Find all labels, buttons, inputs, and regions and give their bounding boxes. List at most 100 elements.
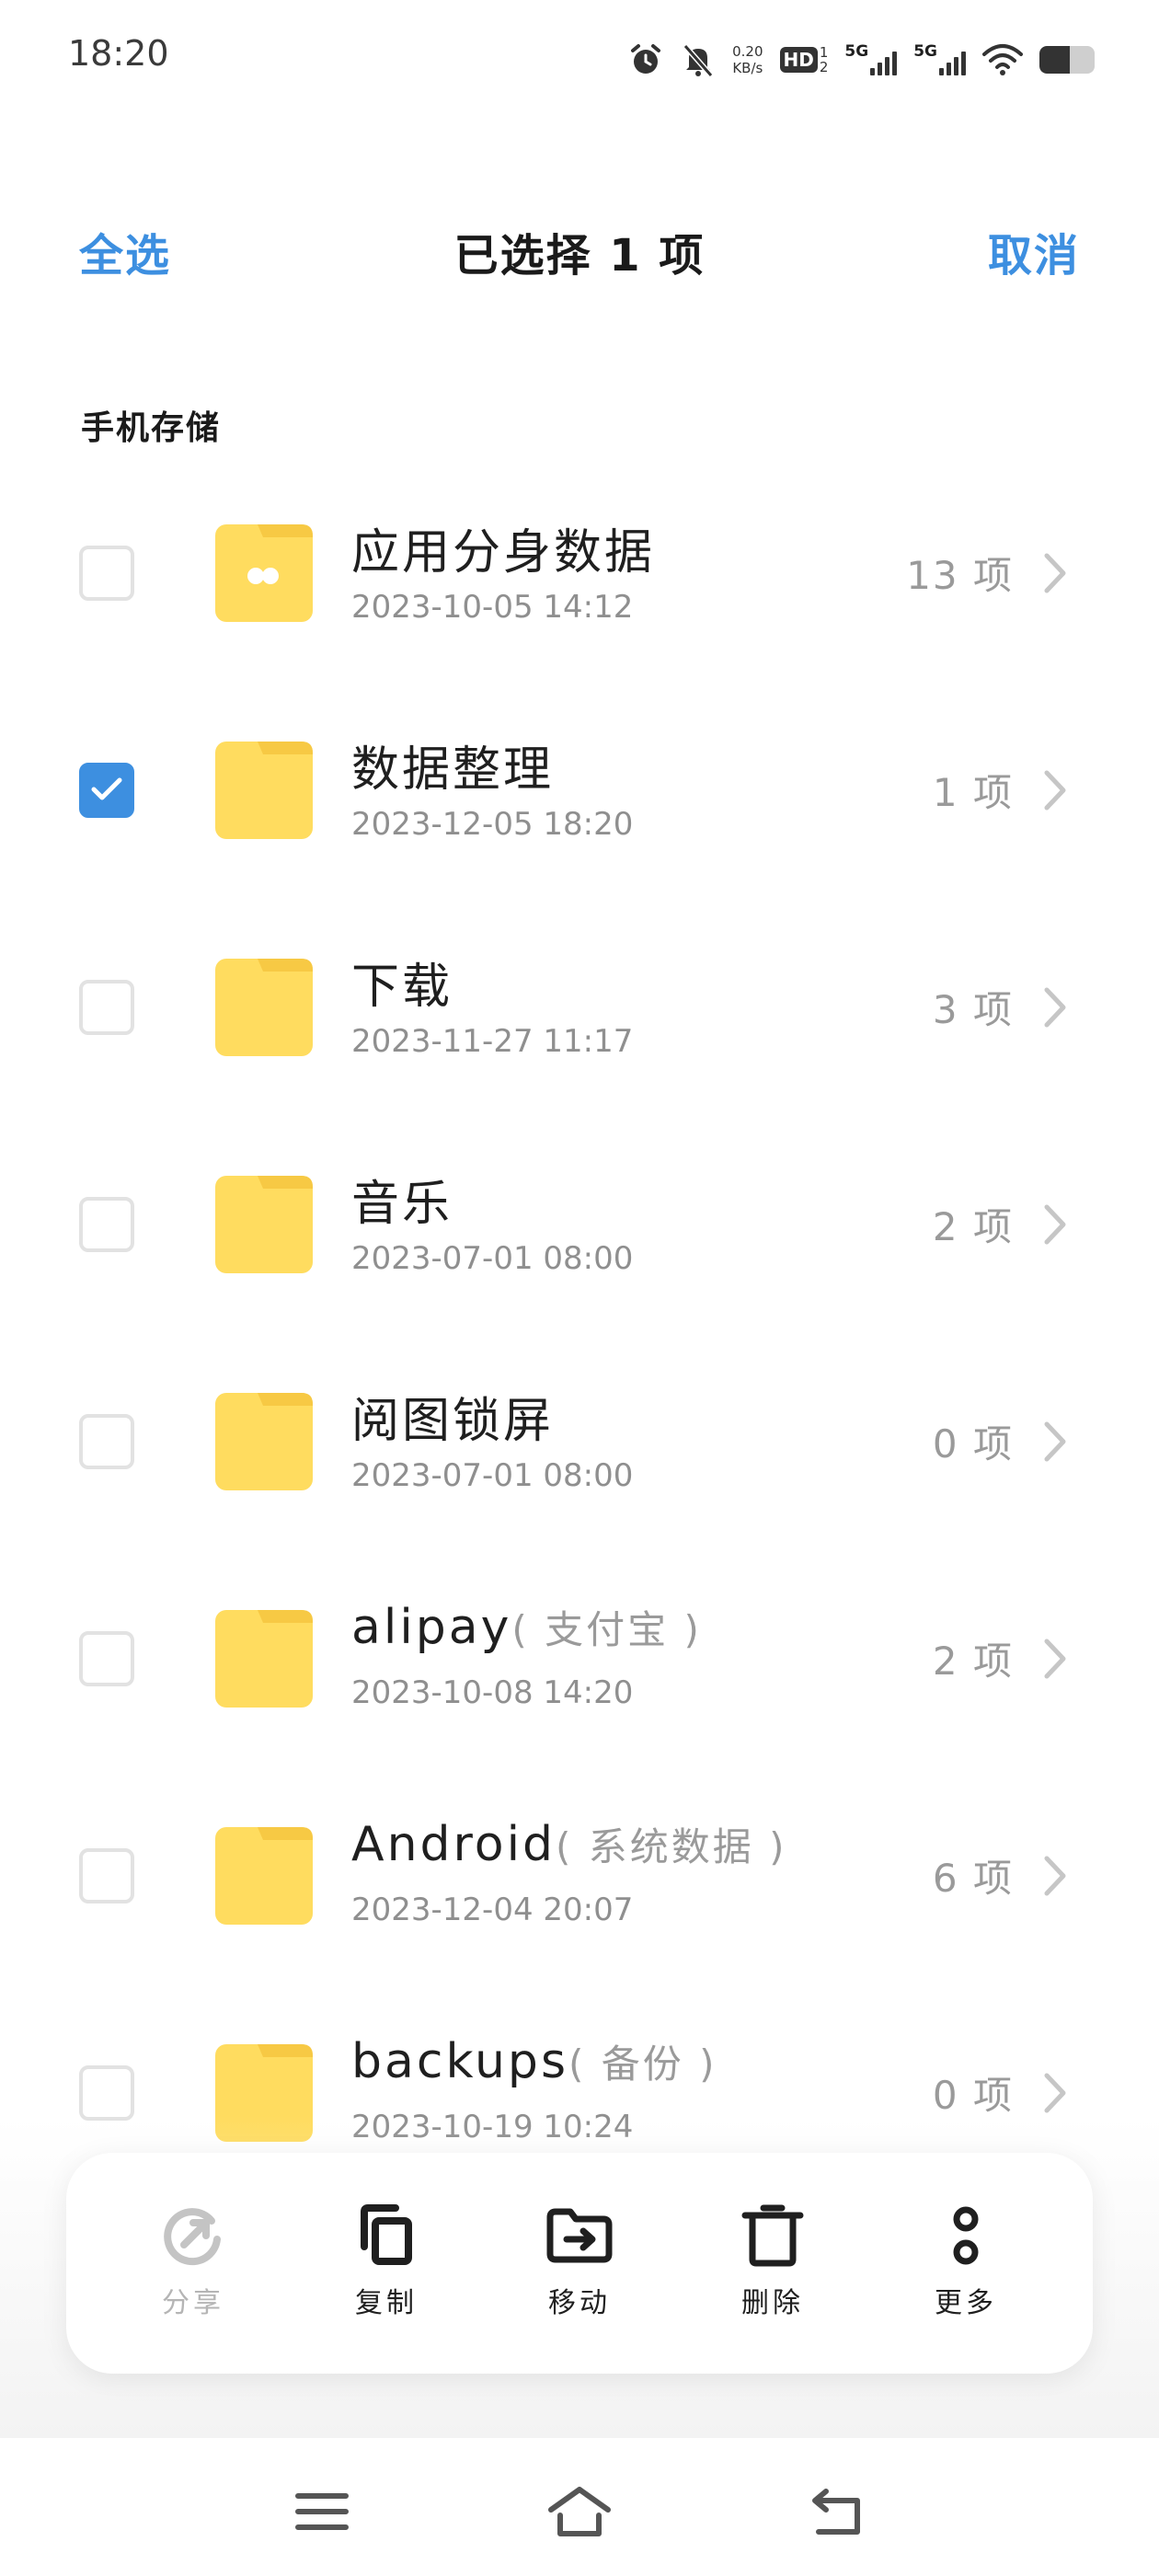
- move-folder-icon: [546, 2208, 613, 2263]
- hd-sims: 1 2: [820, 45, 829, 75]
- file-name-alias: ( 备份 ): [568, 2041, 717, 2087]
- share-icon: [164, 2208, 221, 2266]
- file-date: 2023-10-05 14:12: [351, 589, 634, 626]
- file-date: 2023-07-01 08:00: [351, 1240, 634, 1277]
- file-date: 2023-12-05 18:20: [351, 806, 634, 843]
- file-row[interactable]: 应用分身数据 2023-10-05 14:12 13 项: [0, 478, 1159, 696]
- select-checkbox[interactable]: [79, 1414, 134, 1469]
- item-count: 13 项: [906, 553, 1014, 598]
- file-date: 2023-12-04 20:07: [351, 1892, 634, 1928]
- copy-label: 复制: [355, 2287, 418, 2319]
- file-name-text: 音乐: [351, 1177, 453, 1232]
- file-name-text: backups: [351, 2034, 569, 2089]
- file-name-text: alipay: [351, 1600, 512, 1655]
- select-checkbox[interactable]: [79, 546, 134, 601]
- item-count: 2 项: [932, 1204, 1014, 1249]
- file-name: 音乐: [351, 1165, 453, 1234]
- page-title: 已选择 1 项: [453, 230, 706, 282]
- net-speed: 0.20 KB/s: [732, 43, 763, 76]
- select-checkbox[interactable]: [79, 2065, 134, 2121]
- copy-icon: [361, 2204, 412, 2265]
- chevron-right-icon[interactable]: [1041, 1202, 1071, 1248]
- select-checkbox[interactable]: [79, 1848, 134, 1903]
- more-button[interactable]: 更多: [892, 2199, 1039, 2337]
- file-row[interactable]: Android( 系统数据 ) 2023-12-04 20:07 6 项: [0, 1781, 1159, 1998]
- folder-icon: [215, 1610, 313, 1708]
- chevron-right-icon[interactable]: [1041, 2070, 1071, 2116]
- item-count: 2 项: [932, 1639, 1014, 1684]
- file-row[interactable]: 阅图锁屏 2023-07-01 08:00 0 项: [0, 1347, 1159, 1564]
- file-name-text: Android: [351, 1817, 557, 1872]
- file-name: 应用分身数据: [351, 513, 655, 582]
- chevron-right-icon[interactable]: [1041, 1419, 1071, 1465]
- file-row[interactable]: 下载 2023-11-27 11:17 3 项: [0, 913, 1159, 1130]
- mute-bell-icon: [681, 41, 716, 78]
- file-name-alias: ( 支付宝 ): [511, 1607, 702, 1652]
- action-bar: 分享 复制 移动 删除 更多: [66, 2153, 1093, 2374]
- menu-button[interactable]: [285, 2479, 359, 2544]
- wifi-icon: [982, 43, 1023, 76]
- item-count: 1 项: [932, 770, 1014, 815]
- sim1-label: 5G: [844, 42, 869, 61]
- select-checkbox[interactable]: [79, 980, 134, 1035]
- file-name: 数据整理: [351, 730, 554, 799]
- select-checkbox[interactable]: [79, 1197, 134, 1252]
- select-checkbox[interactable]: [79, 763, 134, 818]
- chevron-right-icon[interactable]: [1041, 550, 1071, 596]
- signal-bars-icon: [870, 50, 898, 75]
- move-button[interactable]: 移动: [506, 2199, 653, 2337]
- move-label: 移动: [548, 2287, 611, 2319]
- cancel-button[interactable]: 取消: [988, 219, 1080, 283]
- more-label: 更多: [935, 2287, 997, 2319]
- file-name-alias: ( 系统数据 ): [556, 1824, 787, 1869]
- file-name: 下载: [351, 948, 453, 1017]
- item-count: 0 项: [932, 2073, 1014, 2118]
- signal-sim1: 5G: [844, 42, 898, 75]
- file-row[interactable]: 音乐 2023-07-01 08:00 2 项: [0, 1130, 1159, 1347]
- alarm-icon: [627, 41, 664, 78]
- select-checkbox[interactable]: [79, 1631, 134, 1686]
- hd-label: HD: [779, 47, 818, 73]
- back-button[interactable]: [800, 2479, 874, 2544]
- hd-sim1: 1: [819, 44, 829, 61]
- menu-icon: [295, 2493, 349, 2530]
- signal-bars-icon: [939, 50, 966, 75]
- selection-header: 全选 已选择 1 项 取消: [0, 193, 1159, 304]
- file-name: 阅图锁屏: [351, 1382, 554, 1451]
- home-button[interactable]: [543, 2479, 616, 2544]
- item-count: 0 项: [932, 1421, 1014, 1466]
- folder-icon: [215, 1393, 313, 1490]
- file-row[interactable]: alipay( 支付宝 ) 2023-10-08 14:20 2 项: [0, 1564, 1159, 1781]
- delete-icon: [741, 2204, 804, 2267]
- file-date: 2023-07-01 08:00: [351, 1457, 634, 1494]
- file-name: backups( 备份 ): [351, 2033, 717, 2089]
- status-bar: 18:20 0.20 KB/s HD 1 2 5G 5G: [0, 0, 1159, 120]
- signal-sim2: 5G: [913, 42, 966, 75]
- file-row[interactable]: 数据整理 2023-12-05 18:20 1 项: [0, 696, 1159, 913]
- folder-icon: [215, 1827, 313, 1925]
- net-speed-value: 0.20: [732, 43, 763, 60]
- chevron-right-icon[interactable]: [1041, 984, 1071, 1030]
- item-count: 6 项: [932, 1856, 1014, 1901]
- app-clone-folder-icon: [215, 524, 313, 622]
- status-icons: 0.20 KB/s HD 1 2 5G 5G: [627, 37, 1095, 83]
- file-name: Android( 系统数据 ): [351, 1816, 787, 1872]
- status-time: 18:20: [68, 33, 169, 74]
- more-icon: [953, 2206, 979, 2265]
- delete-button[interactable]: 删除: [699, 2199, 846, 2337]
- file-name: alipay( 支付宝 ): [351, 1599, 702, 1655]
- folder-icon: [215, 959, 313, 1056]
- hd-indicator: HD 1 2: [779, 45, 829, 75]
- chevron-right-icon[interactable]: [1041, 1853, 1071, 1899]
- battery-level: [1039, 46, 1070, 74]
- chevron-right-icon[interactable]: [1041, 1636, 1071, 1682]
- share-button[interactable]: 分享: [120, 2199, 267, 2337]
- copy-button[interactable]: 复制: [313, 2199, 460, 2337]
- storage-section-label: 手机存储: [81, 409, 222, 447]
- item-count: 3 项: [932, 987, 1014, 1032]
- folder-icon: [215, 1176, 313, 1273]
- delete-label: 删除: [741, 2287, 804, 2319]
- folder-icon: [215, 742, 313, 839]
- chevron-right-icon[interactable]: [1041, 767, 1071, 813]
- battery-icon: [1039, 46, 1095, 74]
